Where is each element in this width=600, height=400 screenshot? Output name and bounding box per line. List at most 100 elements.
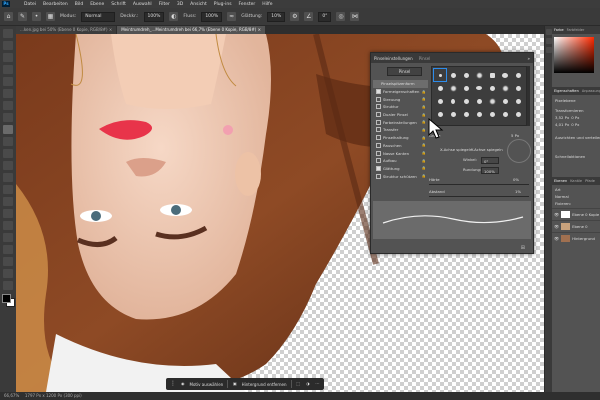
- eraser-tool-icon[interactable]: [3, 161, 13, 170]
- menu-item-plugins[interactable]: Plug-ins: [214, 2, 232, 7]
- setting-wet-edges[interactable]: Nasse Kanten 🔒: [373, 149, 428, 157]
- brush-settings-toggle-icon[interactable]: ▦: [46, 12, 55, 21]
- pressure-size-icon[interactable]: ◎: [336, 12, 346, 21]
- move-tool-icon[interactable]: [3, 29, 13, 38]
- brush-tip-swatch[interactable]: [499, 95, 511, 107]
- lock-icon[interactable]: 🔒: [422, 105, 426, 109]
- spacing-checkbox-label[interactable]: Abstand: [429, 189, 445, 194]
- quick-actions-label[interactable]: Schnellaktionen: [555, 154, 597, 159]
- marquee-tool-icon[interactable]: [3, 41, 13, 50]
- checkbox[interactable]: [376, 135, 381, 141]
- airbrush-icon[interactable]: ≈: [227, 12, 237, 21]
- setting-shape-dynamics[interactable]: Formeigenschaften 🔒: [373, 88, 428, 96]
- menu-item-file[interactable]: Datei: [24, 2, 36, 7]
- hardness-slider[interactable]: [429, 184, 529, 185]
- brush-tip-swatch[interactable]: [447, 82, 459, 94]
- checkbox[interactable]: [376, 142, 381, 148]
- lock-icon[interactable]: 🔒: [422, 174, 426, 178]
- setting-texture[interactable]: Struktur 🔒: [373, 103, 428, 111]
- drag-handle-icon[interactable]: ⋮: [170, 381, 176, 387]
- brush-tip-swatch[interactable]: [486, 69, 498, 81]
- checkbox[interactable]: [376, 96, 381, 102]
- brush-tip-scrollbar[interactable]: [527, 66, 530, 126]
- checkbox[interactable]: [376, 150, 381, 156]
- brush-tip-swatch[interactable]: [499, 69, 511, 81]
- blend-mode-select[interactable]: Normal: [555, 194, 597, 199]
- brush-tip-swatch[interactable]: [512, 108, 524, 120]
- panel-close-icon[interactable]: »: [528, 56, 530, 61]
- size-value[interactable]: 5 Px: [511, 133, 519, 138]
- lock-icon[interactable]: 🔒: [422, 151, 426, 155]
- brush-tip-swatch[interactable]: [447, 69, 459, 81]
- tab-color[interactable]: Farbe: [554, 26, 564, 34]
- tab-adjustments[interactable]: Anpassungen: [582, 87, 600, 95]
- path-select-tool-icon[interactable]: [3, 233, 13, 242]
- setting-noise[interactable]: Rauschen 🔒: [373, 142, 428, 150]
- photoshop-logo[interactable]: Ps: [2, 1, 10, 7]
- home-icon[interactable]: ⌂: [4, 12, 13, 21]
- remove-background-button[interactable]: Hintergrund entfernen: [242, 382, 287, 387]
- pen-tool-icon[interactable]: [3, 209, 13, 218]
- color-picker-field[interactable]: [554, 37, 594, 73]
- type-tool-icon[interactable]: [3, 221, 13, 230]
- blur-tool-icon[interactable]: [3, 185, 13, 194]
- visibility-eye-icon[interactable]: 👁: [554, 236, 559, 241]
- brush-tip-swatch[interactable]: [486, 108, 498, 120]
- layer-name[interactable]: Ebene 0 Kopie: [572, 212, 599, 217]
- hardness-value[interactable]: 0%: [513, 177, 519, 182]
- menu-item-window[interactable]: Fenster: [239, 2, 256, 7]
- brush-tool-active-icon[interactable]: [3, 125, 13, 134]
- lock-icon[interactable]: 🔒: [422, 113, 426, 117]
- layer-row[interactable]: 👁 Ebene 0 Kopie: [552, 208, 600, 220]
- brushes-button[interactable]: Pinsel: [387, 67, 422, 76]
- brush-tip-swatch[interactable]: [460, 69, 472, 81]
- foreground-background-colors[interactable]: [2, 294, 15, 307]
- more-options-icon[interactable]: ⋯: [315, 381, 321, 387]
- brush-tip-swatch[interactable]: [473, 82, 485, 94]
- healing-tool-icon[interactable]: [3, 113, 13, 122]
- x-value[interactable]: 0 Px: [571, 115, 579, 120]
- shape-tool-icon[interactable]: [3, 245, 13, 254]
- brush-tip-swatch[interactable]: [473, 69, 485, 81]
- checkbox[interactable]: [376, 104, 381, 110]
- lock-icon[interactable]: 🔒: [422, 166, 426, 170]
- opacity-field[interactable]: 100%: [143, 11, 165, 22]
- brush-tip-swatch[interactable]: [460, 108, 472, 120]
- brush-tip-swatch[interactable]: [512, 95, 524, 107]
- tab-channels[interactable]: Kanäle: [570, 177, 582, 185]
- edit-toolbar-icon[interactable]: [3, 281, 13, 290]
- zoom-level[interactable]: 66,67%: [0, 393, 19, 398]
- lasso-tool-icon[interactable]: [3, 53, 13, 62]
- brush-tip-swatch[interactable]: [460, 82, 472, 94]
- dodge-tool-icon[interactable]: [3, 197, 13, 206]
- transform-icon[interactable]: ⬚: [295, 381, 301, 387]
- layer-filter-kind[interactable]: Art: [555, 187, 597, 192]
- align-section-label[interactable]: Ausrichten und verteilen: [555, 135, 600, 140]
- flow-field[interactable]: 100%: [201, 11, 223, 22]
- hand-tool-icon[interactable]: [3, 257, 13, 266]
- setting-dual-brush[interactable]: Dualer Pinsel 🔒: [373, 111, 428, 119]
- spacing-slider[interactable]: [429, 196, 529, 197]
- angle-field[interactable]: 0°: [318, 11, 332, 22]
- visibility-eye-icon[interactable]: 👁: [554, 212, 559, 217]
- brush-tip-swatch[interactable]: [499, 108, 511, 120]
- spacing-value[interactable]: 1%: [515, 189, 521, 194]
- menu-item-type[interactable]: Schrift: [111, 2, 126, 7]
- tab-brush-settings[interactable]: Pinseleinstellungen: [374, 56, 413, 61]
- layer-name[interactable]: Hintergrund: [572, 236, 595, 241]
- mode-select[interactable]: Normal: [81, 11, 116, 22]
- roundness-field[interactable]: 100%: [481, 167, 499, 174]
- brush-tip-swatch[interactable]: [486, 82, 498, 94]
- menu-item-filter[interactable]: Filter: [159, 2, 170, 7]
- flip-y-checkbox-label[interactable]: Y-Achse spiegeln: [471, 147, 503, 152]
- menu-item-select[interactable]: Auswahl: [133, 2, 152, 7]
- angle-roundness-preview[interactable]: [507, 139, 531, 163]
- checkbox[interactable]: [376, 127, 381, 133]
- layer-row[interactable]: 👁 Hintergrund: [552, 232, 600, 244]
- brush-tip-swatch[interactable]: [512, 69, 524, 81]
- document-tab-active[interactable]: Meintrumdreh_...Meintrumdreh bei 66,7% (…: [117, 26, 265, 34]
- menu-item-edit[interactable]: Bearbeiten: [43, 2, 68, 7]
- brush-tip-swatch[interactable]: [434, 95, 446, 107]
- frame-tool-icon[interactable]: [3, 89, 13, 98]
- y-value[interactable]: 0 Px: [571, 122, 579, 127]
